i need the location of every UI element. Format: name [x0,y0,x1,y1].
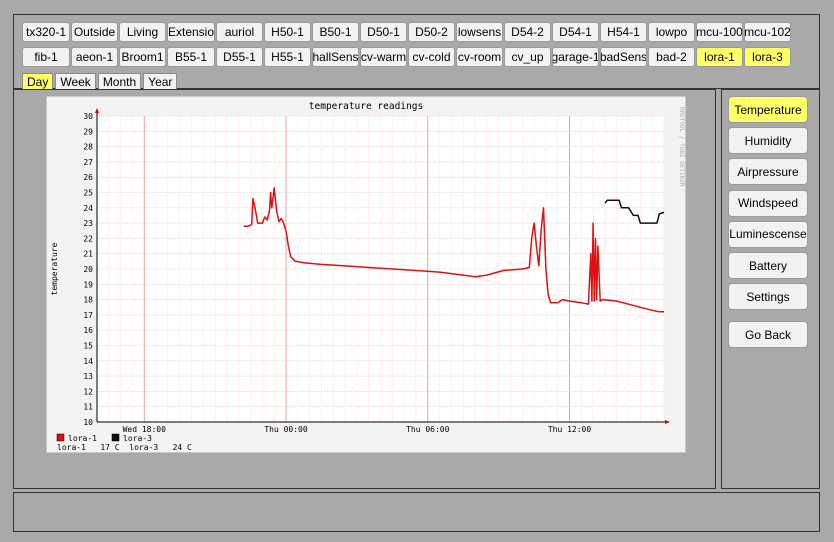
sensor-button-cv-room[interactable]: cv-room [456,47,503,67]
tab-month[interactable]: Month [97,73,142,89]
sensor-button-lowsens[interactable]: lowsens [456,22,503,42]
y-tick-label: 19 [83,280,93,289]
windspeed-button[interactable]: Windspeed [728,189,808,217]
sensor-row-1: tx320-1 Outside Living Extensio auriol H50-1 B… [22,22,792,42]
legend-swatch-lora-1 [56,433,65,442]
y-tick-label: 20 [83,265,93,274]
x-tick-label: Wed 18:00 [123,425,167,434]
sensor-button-hallsens[interactable]: hallSens [312,47,359,67]
sensor-button-broom1[interactable]: Broom1 [119,47,166,67]
chart-svg: 10 11 12 13 14 15 16 17 18 19 20 21 22 23 24 25 26 27 28 29… [50,101,685,452]
status-bar [13,492,820,532]
side-menu: Temperature Humidity Airpressure Windspeed L… [721,89,820,489]
y-tick-label: 11 [83,403,93,412]
tab-year[interactable]: Year [143,73,178,89]
y-tick-label: 27 [83,158,93,167]
y-tick-label: 16 [83,326,93,335]
settings-button[interactable]: Settings [728,283,808,311]
chart-panel: 10 11 12 13 14 15 16 17 18 19 20 21 22 23 24 25 26 27 28 29… [13,89,716,489]
sensor-button-h55-1[interactable]: H55-1 [264,47,311,67]
y-tick-label: 25 [83,189,93,198]
y-tick-label: 29 [83,127,93,136]
sensor-button-aeon-1[interactable]: aeon-1 [71,47,118,67]
sensor-button-bad-2[interactable]: bad-2 [648,47,695,67]
sensor-button-d54-1[interactable]: D54-1 [552,22,599,42]
y-tick-label: 10 [83,418,93,427]
sensor-button-tx320-1[interactable]: tx320-1 [22,22,70,42]
sensor-button-h54-1[interactable]: H54-1 [600,22,647,42]
y-tick-label: 17 [83,311,93,320]
sensor-button-b50-1[interactable]: B50-1 [312,22,359,42]
y-tick-label: 15 [83,342,93,351]
y-tick-label: 30 [83,112,93,121]
sensor-button-d50-1[interactable]: D50-1 [360,22,407,42]
y-axis-label: temperature [50,242,59,295]
sensor-button-garage-1[interactable]: garage-1 [552,47,599,67]
sensor-button-b55-1[interactable]: B55-1 [167,47,215,67]
y-tick-label: 28 [83,143,93,152]
sensor-button-mcu-100[interactable]: mcu-100 [696,22,743,42]
y-tick-label: 18 [83,296,93,305]
go-back-button[interactable]: Go Back [728,321,808,348]
tab-week[interactable]: Week [55,73,96,89]
sensor-button-cv-cold[interactable]: cv-cold [408,47,455,67]
sensor-button-living[interactable]: Living [119,22,166,42]
sensor-button-outside[interactable]: Outside [71,22,118,42]
sensor-button-d55-1[interactable]: D55-1 [216,47,263,67]
sensor-button-cv-warm[interactable]: cv-warm [360,47,407,67]
sensor-panel: tx320-1 Outside Living Extensio auriol H50-1 B… [13,14,820,89]
sensor-row-2: fib-1 aeon-1 Broom1 B55-1 D55-1 H55-1 hallSens… [22,47,792,67]
y-tick-label: 22 [83,234,93,243]
sensor-button-extensio[interactable]: Extensio [167,22,215,42]
x-tick-label: Thu 12:00 [548,425,592,434]
battery-button[interactable]: Battery [728,252,808,279]
legend-label-lora-3: lora-3 [123,434,152,443]
sensor-button-mcu-102[interactable]: mcu-102 [744,22,791,42]
sensor-button-fib-1[interactable]: fib-1 [22,47,70,67]
y-tick-label: 23 [83,219,93,228]
luminescense-button[interactable]: Luminescense [728,220,808,248]
tab-day[interactable]: Day [22,73,54,89]
sensor-button-lora-1[interactable]: lora-1 [696,47,743,67]
temperature-button[interactable]: Temperature [728,96,808,123]
y-tick-label: 26 [83,173,93,182]
sensor-button-lora-3[interactable]: lora-3 [744,47,791,67]
legend-label-lora-1: lora-1 [68,434,97,443]
chart-title: temperature readings [309,101,423,112]
period-tabs: Day Week Month Year [22,73,179,89]
humidity-button[interactable]: Humidity [728,127,808,155]
y-tick-label: 13 [83,372,93,381]
sensor-button-d54-2[interactable]: D54-2 [504,22,551,42]
temperature-chart: 10 11 12 13 14 15 16 17 18 19 20 21 22 23 24 25 26 27 28 29… [46,96,686,453]
x-tick-label: Thu 00:00 [264,425,308,434]
y-tick-label: 24 [83,204,93,213]
y-tick-label: 21 [83,250,93,259]
sensor-button-d50-2[interactable]: D50-2 [408,22,455,42]
sensor-button-h50-1[interactable]: H50-1 [264,22,311,42]
x-tick-label: Thu 06:00 [406,425,450,434]
airpressure-button[interactable]: Airpressure [728,158,808,186]
sensor-button-lowpo[interactable]: lowpo [648,22,695,42]
legend-summary: lora-1 17 C lora-3 24 C [57,443,192,452]
y-tick-label: 14 [83,357,93,366]
sensor-button-auriol[interactable]: auriol [216,22,263,42]
x-axis-arrow [665,420,670,424]
sensor-button-badsens[interactable]: badSens [600,47,647,67]
y-axis-arrow [95,108,99,113]
y-tick-label: 12 [83,387,93,396]
legend-swatch-lora-3 [111,433,120,442]
sensor-button-cv-up[interactable]: cv_up [504,47,551,67]
rrdtool-watermark: RRDTOOL / TOBI OETIKER [678,107,685,187]
